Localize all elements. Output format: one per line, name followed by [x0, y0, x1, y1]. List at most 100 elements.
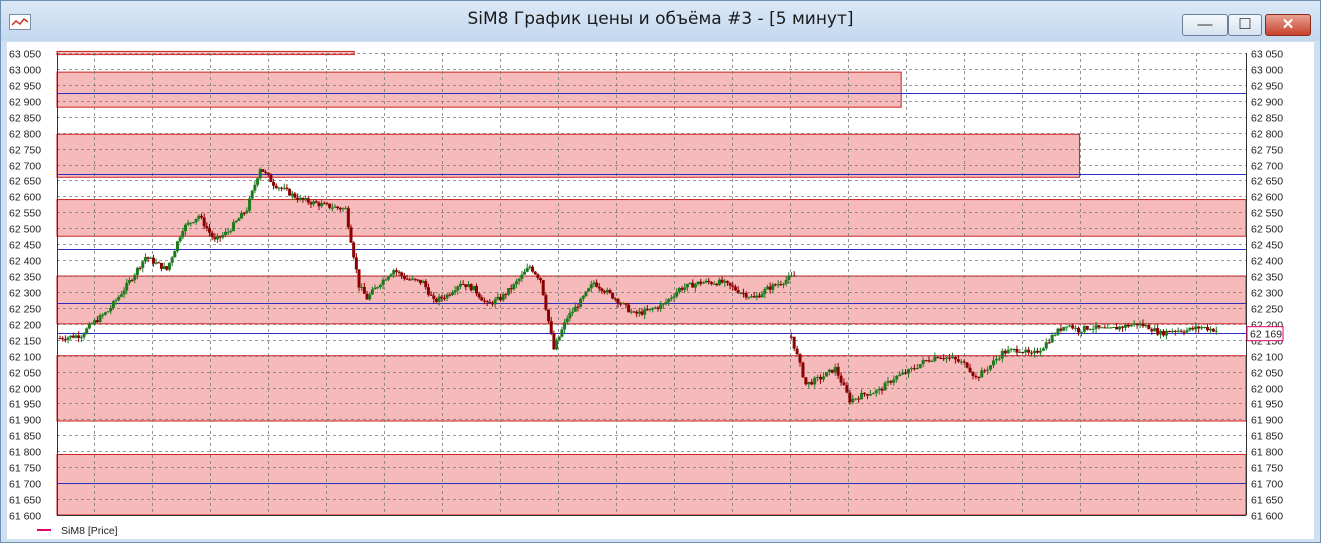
candle-up — [906, 369, 910, 374]
candle-up — [240, 212, 244, 219]
candle-down — [549, 321, 553, 334]
candle-up — [282, 187, 286, 189]
maximize-button[interactable]: ☐ — [1228, 14, 1262, 36]
candle-up — [921, 360, 925, 365]
y-tick-label: 62 750 — [1251, 145, 1283, 157]
candle-up — [360, 287, 364, 289]
candle-down — [208, 228, 212, 233]
price-chart[interactable]: 63 050 63 000 62 950 62 900 62 850 62 800 62 7… — [7, 42, 1314, 539]
candle-up — [119, 294, 123, 297]
candle-down — [429, 294, 433, 296]
minimize-button[interactable]: — — [1182, 14, 1228, 36]
candle-up — [1024, 349, 1028, 353]
candle-up — [330, 207, 334, 209]
candle-down — [792, 336, 796, 349]
candle-down — [1085, 325, 1089, 330]
candle-down — [936, 356, 940, 358]
candle-up — [101, 314, 105, 316]
candle-down — [306, 198, 310, 203]
candle-up — [581, 296, 585, 299]
candle-up — [1041, 348, 1045, 351]
candle-up — [517, 278, 521, 282]
candle-down — [1027, 349, 1031, 353]
candle-down — [1047, 342, 1051, 344]
candle-down — [1147, 325, 1151, 330]
candle-down — [1015, 348, 1019, 353]
y-tick-label: 62 300 — [9, 288, 41, 300]
candle-up — [787, 276, 791, 280]
candle-down — [272, 182, 276, 186]
candle-up — [877, 388, 881, 391]
chart-area[interactable]: 63 050 63 000 62 950 62 900 62 850 62 800 62 7… — [7, 42, 1314, 539]
candle-down — [948, 357, 952, 359]
candle-down — [1205, 326, 1209, 331]
candle-down — [63, 339, 67, 341]
candle-down — [779, 284, 783, 286]
candle-down — [536, 274, 540, 278]
candle-up — [833, 366, 837, 373]
candle-up — [563, 322, 567, 330]
candle-down — [301, 197, 305, 200]
y-tick-label: 62 350 — [1251, 272, 1283, 284]
last-price-label: 62 169 — [1250, 329, 1282, 341]
y-tick-label: 61 800 — [1251, 447, 1283, 459]
candle-up — [389, 274, 393, 277]
candle-up — [173, 251, 177, 258]
candle-down — [328, 203, 332, 208]
candle-up — [1012, 348, 1016, 350]
candle-down — [773, 284, 777, 286]
candle-down — [736, 290, 740, 293]
candle-up — [122, 290, 126, 295]
price-zone — [56, 71, 902, 108]
candle-down — [795, 348, 799, 355]
candle-down — [845, 385, 849, 393]
y-tick-label: 62 200 — [9, 320, 41, 332]
candle-up — [87, 323, 91, 329]
candle-up — [675, 291, 679, 297]
candle-down — [408, 279, 412, 281]
candle-up — [178, 237, 182, 242]
candle-down — [757, 295, 761, 298]
candle-up — [959, 361, 963, 363]
candle-down — [474, 285, 478, 294]
candle-up — [557, 336, 561, 341]
candle-up — [512, 284, 516, 290]
candle-down — [707, 280, 711, 283]
candle-up — [1176, 330, 1180, 332]
y-tick-label: 62 400 — [9, 256, 41, 268]
close-button[interactable]: ✕ — [1265, 14, 1311, 36]
candle-up — [1000, 350, 1004, 359]
candle-down — [836, 366, 840, 376]
y-tick-label: 61 850 — [1251, 431, 1283, 443]
candle-up — [133, 274, 137, 281]
candle-up — [186, 222, 190, 225]
candle-down — [531, 266, 535, 272]
y-tick-label: 62 750 — [9, 145, 41, 157]
candle-down — [857, 398, 861, 400]
y-tick-label: 62 300 — [1251, 288, 1283, 300]
candle-down — [804, 377, 808, 385]
y-tick-label: 61 600 — [9, 511, 41, 523]
candle-up — [898, 374, 902, 376]
candle-up — [117, 296, 121, 301]
candle-up — [637, 311, 641, 314]
candle-up — [85, 328, 89, 334]
title-bar[interactable]: SiM8 График цены и объёма #3 - [5 минут]… — [1, 1, 1320, 41]
y-tick-label: 62 050 — [9, 368, 41, 380]
candle-up — [886, 381, 890, 383]
candle-up — [125, 282, 129, 291]
candle-down — [603, 291, 607, 293]
candle-up — [895, 375, 899, 380]
y-tick-label: 62 850 — [9, 113, 41, 125]
candle-up — [790, 275, 794, 277]
candle-up — [154, 262, 158, 264]
candle-up — [320, 203, 324, 207]
candle-up — [1153, 328, 1157, 332]
candle-down — [939, 357, 943, 359]
candle-up — [704, 280, 708, 283]
candle-up — [1164, 330, 1168, 336]
candle-up — [621, 303, 625, 305]
candle-down — [541, 280, 545, 296]
candle-up — [111, 301, 115, 308]
candle-up — [747, 297, 751, 299]
